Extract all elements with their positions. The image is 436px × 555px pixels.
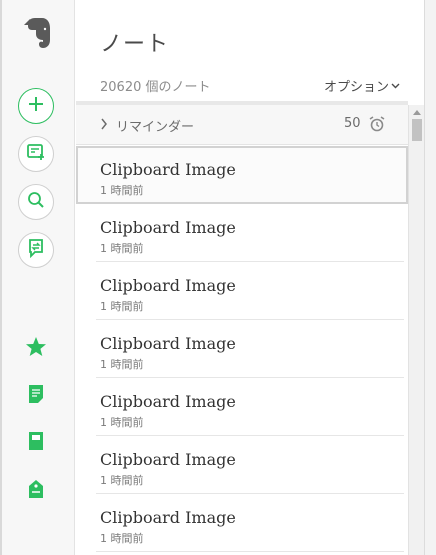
note-title: Clipboard Image <box>100 218 236 237</box>
notebook-icon[interactable] <box>24 429 48 453</box>
note-list-item[interactable]: Clipboard Image 1 時間前 <box>76 320 408 378</box>
options-dropdown[interactable]: オプション <box>324 76 400 95</box>
note-timestamp: 1 時間前 <box>100 242 144 255</box>
notes-panel: ノート 20620 個のノート オプション リマインダー 50 Clipboar… <box>76 0 424 555</box>
note-timestamp: 1 時間前 <box>100 532 144 545</box>
chevron-down-icon <box>391 78 400 93</box>
window-frame-right <box>424 0 436 555</box>
page-title: ノート <box>100 32 170 57</box>
note-title: Clipboard Image <box>100 508 236 527</box>
scroll-up-arrow-icon[interactable] <box>409 105 425 119</box>
note-title: Clipboard Image <box>100 450 236 469</box>
note-timestamp: 1 時間前 <box>100 358 144 371</box>
note-icon[interactable] <box>24 382 48 406</box>
star-icon[interactable] <box>24 335 48 359</box>
scroll-thumb[interactable] <box>412 119 422 141</box>
divider <box>96 551 404 552</box>
plus-icon <box>27 95 45 118</box>
notes-header: 20620 個のノート オプション <box>100 76 400 96</box>
note-title: Clipboard Image <box>100 276 236 295</box>
chevron-right-icon <box>100 117 108 135</box>
sidebar <box>2 0 75 555</box>
evernote-elephant-icon[interactable] <box>22 16 52 50</box>
work-chat-icon <box>27 238 45 263</box>
search-icon <box>27 191 45 214</box>
note-list-item[interactable]: Clipboard Image 1 時間前 <box>76 494 408 552</box>
alarm-clock-icon <box>368 115 386 133</box>
note-timestamp: 1 時間前 <box>100 184 144 197</box>
work-chat-button[interactable] <box>18 232 54 268</box>
reminders-count: 50 <box>344 116 361 131</box>
note-list-item[interactable]: Clipboard Image 1 時間前 <box>76 436 408 494</box>
note-list-item[interactable]: Clipboard Image 1 時間前 <box>76 204 408 262</box>
notes-list: Clipboard Image 1 時間前 Clipboard Image 1 … <box>76 146 408 555</box>
note-timestamp: 1 時間前 <box>100 416 144 429</box>
note-count: 20620 個のノート <box>100 80 211 95</box>
note-list-item[interactable]: Clipboard Image 1 時間前 <box>76 378 408 436</box>
note-timestamp: 1 時間前 <box>100 300 144 313</box>
options-label: オプション <box>323 80 389 95</box>
note-list-item[interactable]: Clipboard Image 1 時間前 <box>76 146 408 204</box>
tag-icon[interactable] <box>24 477 48 501</box>
reminders-label: リマインダー <box>116 120 195 135</box>
new-note-button[interactable] <box>18 88 54 124</box>
note-title: Clipboard Image <box>100 334 236 353</box>
search-button[interactable] <box>18 184 54 220</box>
note-list-item[interactable]: Clipboard Image 1 時間前 <box>76 262 408 320</box>
work-chat-add-icon <box>26 142 46 167</box>
note-title: Clipboard Image <box>100 160 236 179</box>
new-chat-button[interactable] <box>18 136 54 172</box>
notes-scrollbar[interactable] <box>408 105 424 555</box>
note-title: Clipboard Image <box>100 392 236 411</box>
note-timestamp: 1 時間前 <box>100 474 144 487</box>
reminders-row[interactable]: リマインダー 50 <box>76 105 408 145</box>
